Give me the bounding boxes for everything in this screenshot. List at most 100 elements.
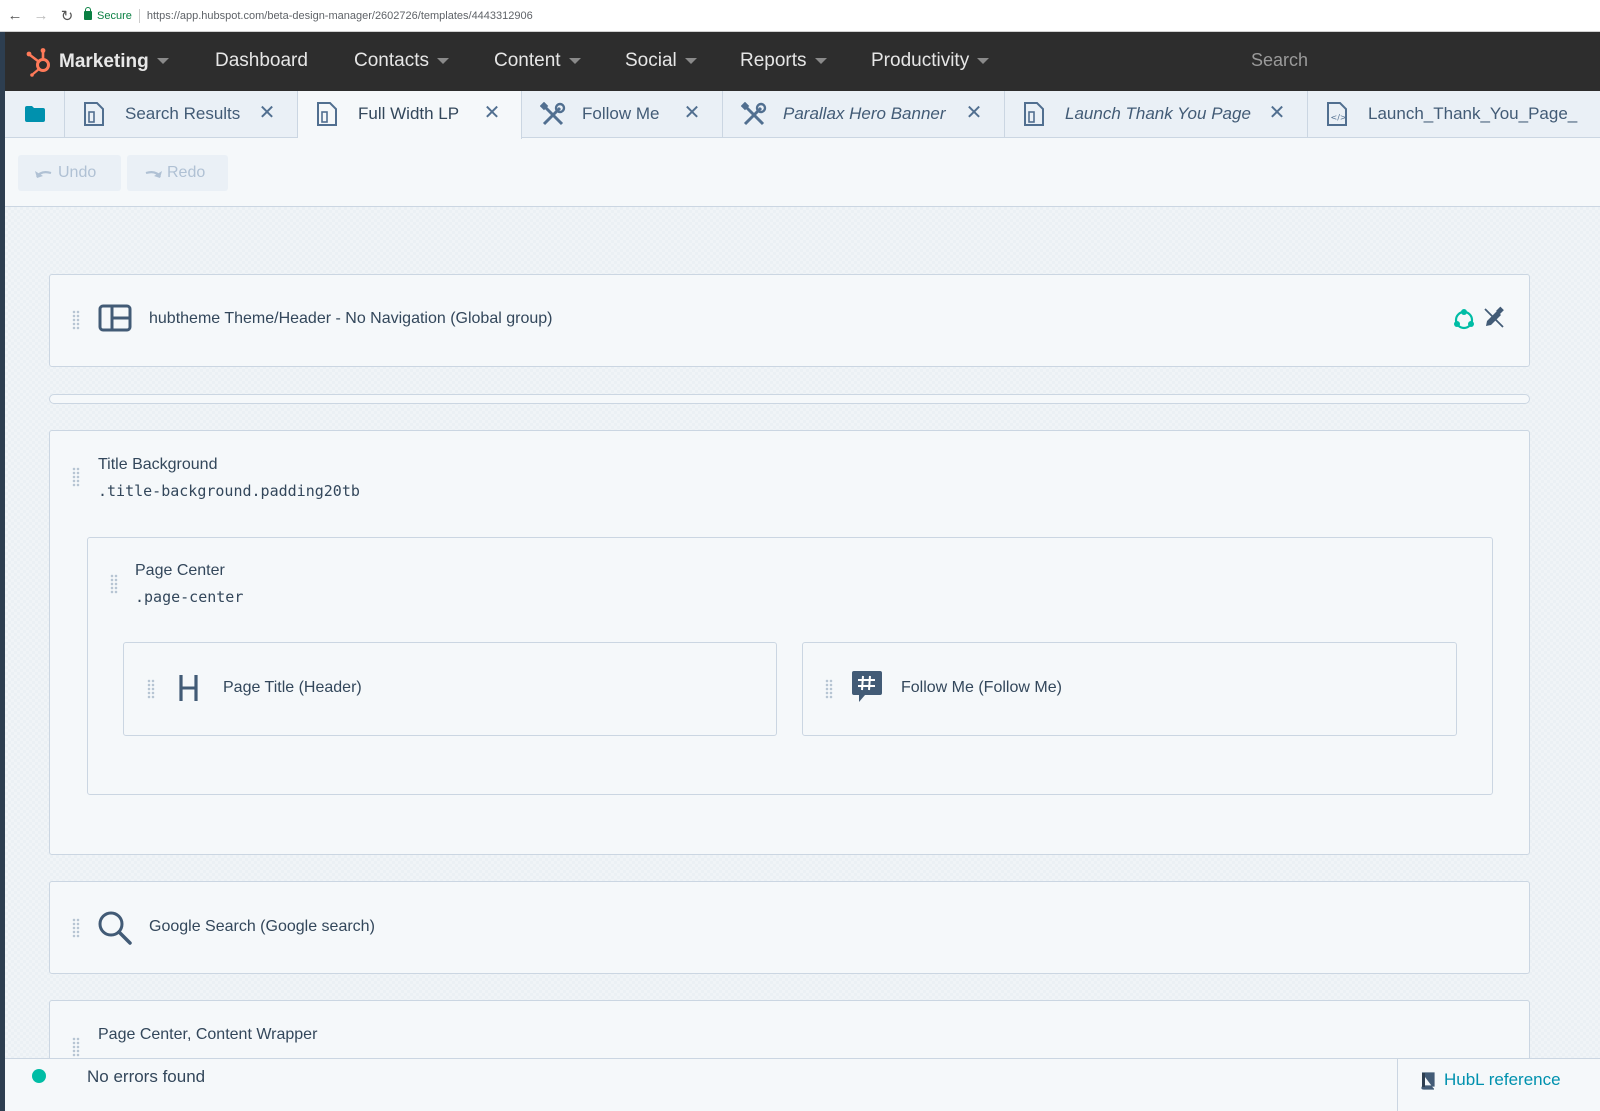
group-title: Title Background [98,456,218,473]
status-ok-indicator [32,1069,46,1083]
reload-icon[interactable]: ↻ [56,5,78,27]
url-divider [138,8,140,23]
group-title: Page Center [135,562,225,579]
close-icon[interactable]: ✕ [258,103,276,123]
module-label: hubtheme Theme/Header - No Navigation (G… [149,310,553,327]
nav-item-label: Productivity [871,50,970,71]
chevron-down-icon [814,58,827,64]
drag-handle[interactable] [72,1037,80,1057]
top-navigation: Marketing Dashboard Contacts Content Soc… [5,32,1600,91]
tools-icon [741,102,767,126]
redo-button[interactable]: Redo [127,155,228,191]
tab-launch-thank-you-page-code[interactable]: </> Launch_Thank_You_Page_ [1308,91,1600,138]
svg-text:</>: </> [1331,113,1347,122]
undo-arrow-icon [35,171,52,178]
nav-item-dashboard[interactable]: Dashboard [215,50,308,72]
chevron-down-icon [436,58,449,64]
drag-handle[interactable] [72,310,80,330]
module-page-title[interactable]: Page Title (Header) [123,642,777,736]
close-icon[interactable]: ✕ [683,103,701,123]
module-label: Follow Me (Follow Me) [901,679,1062,696]
brand-menu[interactable]: Marketing [59,51,169,73]
close-icon[interactable]: ✕ [1268,103,1286,123]
nav-item-contacts[interactable]: Contacts [354,50,449,72]
module-google-search[interactable]: Google Search (Google search) [49,881,1530,974]
page-icon [84,102,104,126]
drag-handle[interactable] [72,918,80,938]
tab-follow-me[interactable]: Follow Me ✕ [522,91,723,138]
redo-arrow-icon [145,171,162,178]
nav-item-reports[interactable]: Reports [740,50,827,72]
group-content-wrapper[interactable]: Page Center, Content Wrapper [49,1000,1530,1058]
layout-icon [98,304,132,332]
forward-arrow-icon[interactable]: → [30,5,52,27]
secure-label: Secure [97,9,132,22]
close-icon[interactable]: ✕ [965,103,983,123]
file-browser-tab[interactable] [5,91,65,138]
page-icon [1024,102,1044,126]
close-icon[interactable]: ✕ [483,103,501,123]
drag-handle[interactable] [110,574,118,594]
secure-indicator[interactable]: Secure [84,7,132,22]
undo-label: Undo [58,164,97,181]
book-icon [1421,1072,1435,1090]
code-file-icon: </> [1327,102,1347,126]
drag-handle[interactable] [72,467,80,487]
tab-label: Full Width LP [358,104,460,123]
nav-item-content[interactable]: Content [494,50,581,72]
redo-label: Redo [167,164,206,181]
layout-canvas: hubtheme Theme/Header - No Navigation (G… [5,207,1600,1058]
global-search-input[interactable]: Search [1251,50,1308,71]
tab-label: Launch_Thank_You_Page_ [1368,104,1578,123]
hubspot-sprocket-icon[interactable] [25,47,53,77]
lock-icon [84,7,92,20]
tab-label: Parallax Hero Banner [783,104,946,123]
empty-row[interactable] [49,394,1530,404]
tools-icon [540,102,566,126]
url-box[interactable]: Secure https://app.hubspot.com/beta-desi… [84,5,533,27]
tab-label: Launch Thank You Page [1065,104,1251,123]
pencil-edit-icon[interactable] [1482,306,1506,330]
hubl-reference-button[interactable]: HubL reference [1397,1059,1600,1111]
nav-item-productivity[interactable]: Productivity [871,50,990,72]
page-icon [317,102,337,126]
nav-item-social[interactable]: Social [625,50,697,72]
tab-search-results[interactable]: Search Results ✕ [65,91,298,138]
module-follow-me[interactable]: Follow Me (Follow Me) [802,642,1457,736]
global-module-icon[interactable] [1452,307,1476,331]
module-label: Page Title (Header) [223,679,362,696]
global-group-header[interactable]: hubtheme Theme/Header - No Navigation (G… [49,274,1530,367]
header-h-icon [179,675,198,701]
group-page-center[interactable]: Page Center .page-center Page Title (Hea… [87,537,1493,795]
hashtag-bubble-icon [852,671,882,702]
group-class-name: .page-center [135,588,244,606]
brand-label: Marketing [59,50,149,72]
tab-parallax-hero-banner[interactable]: Parallax Hero Banner ✕ [723,91,1005,138]
drag-handle[interactable] [825,679,833,699]
chevron-down-icon [684,58,697,64]
folder-icon [25,106,45,122]
group-title: Page Center, Content Wrapper [98,1026,318,1043]
nav-item-label: Reports [740,50,807,71]
group-class-name: .title-background.padding20tb [98,482,360,500]
group-title-background[interactable]: Title Background .title-background.paddi… [49,430,1530,855]
nav-item-label: Contacts [354,50,429,71]
tab-launch-thank-you-page[interactable]: Launch Thank You Page ✕ [1005,91,1308,138]
tab-label: Follow Me [582,104,660,123]
url-text[interactable]: https://app.hubspot.com/beta-design-mana… [147,10,533,22]
nav-item-label: Content [494,50,561,71]
browser-address-bar: ← → ↻ Secure https://app.hubspot.com/bet… [0,0,1600,32]
tab-label: Search Results [125,104,241,123]
undo-button[interactable]: Undo [18,155,121,191]
back-arrow-icon[interactable]: ← [4,5,26,27]
nav-item-label: Dashboard [215,50,308,71]
module-label: Google Search (Google search) [149,918,375,935]
drag-handle[interactable] [147,679,155,699]
hubl-reference-label: HubL reference [1444,1070,1561,1089]
chevron-down-icon [568,58,581,64]
search-icon [98,911,132,945]
status-bar: No errors found HubL reference [5,1058,1600,1111]
tab-full-width-lp[interactable]: Full Width LP ✕ [298,91,522,139]
nav-item-label: Social [625,50,677,71]
chevron-down-icon [156,58,169,65]
